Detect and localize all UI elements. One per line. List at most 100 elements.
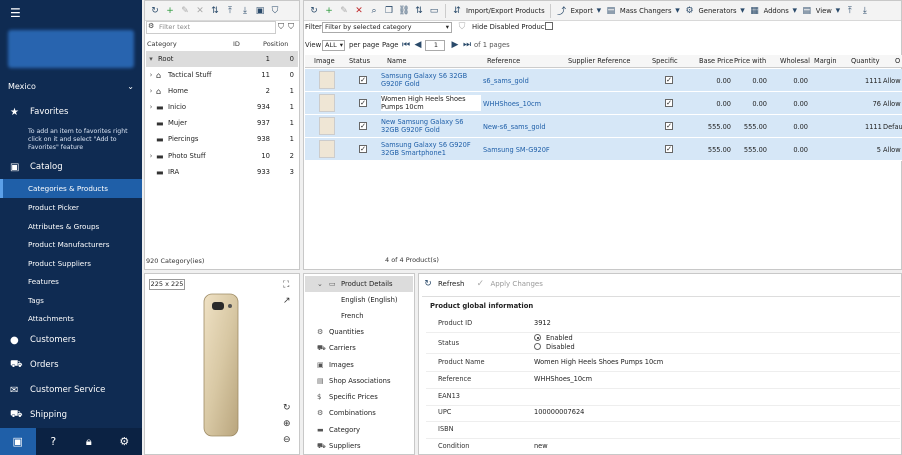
edit-icon[interactable]: ✎ — [338, 6, 350, 16]
upc-value[interactable]: 100000007624 — [534, 408, 584, 416]
lock-icon[interactable]: 🔒︎ — [71, 435, 107, 449]
add-icon[interactable]: + — [164, 6, 176, 16]
folder-icon[interactable]: ▭ — [428, 6, 440, 16]
col-base-price[interactable]: Base Price — [699, 57, 733, 65]
sidebar-item-attachments[interactable]: Attachments — [0, 309, 142, 328]
apply-changes-button[interactable]: Apply Changes — [490, 280, 542, 288]
category-filter-input[interactable]: Filter text — [146, 21, 276, 34]
nav-carriers[interactable]: ⛟ Carriers — [305, 340, 413, 356]
mass-changers-button[interactable]: Mass Changers — [620, 7, 672, 15]
import-export-icon[interactable]: ⇵ — [451, 6, 463, 16]
table-row[interactable]: ✓ New Samsung Galaxy S6 32GB G920F Gold … — [305, 115, 902, 138]
status-enabled-radio[interactable] — [534, 334, 541, 341]
store-icon[interactable]: ▣ — [0, 428, 36, 455]
col-extra[interactable]: O — [895, 57, 900, 65]
specific-checkbox[interactable]: ✓ — [665, 145, 673, 153]
category-row[interactable]: › ⌂ Home 2 1 — [146, 83, 298, 99]
nav-combinations[interactable]: ⚙ Combinations — [305, 405, 413, 421]
filter-icon[interactable]: ⛉ — [278, 22, 284, 32]
copy-icon[interactable]: ❐ — [383, 6, 395, 16]
last-page-icon[interactable]: ⏭ — [461, 40, 473, 50]
zoom-out-icon[interactable]: ⊖ — [283, 435, 291, 445]
category-filter-select[interactable]: Filter by selected category ▾ — [322, 22, 452, 33]
nav-catalog[interactable]: ▣ Catalog — [0, 156, 142, 178]
nav-shop-associations[interactable]: ▤ Shop Associations — [305, 373, 413, 389]
category-row[interactable]: › ▬ Inicio 934 1 — [146, 99, 298, 115]
nav-specific-prices[interactable]: $ Specific Prices — [305, 389, 413, 405]
reference-value[interactable]: WHHShoes_10cm — [534, 375, 592, 383]
collapse-icon[interactable]: ⤓ — [239, 6, 251, 16]
expand-toggle-icon[interactable]: › — [146, 87, 156, 95]
expand-icon[interactable]: ⤒ — [224, 6, 236, 16]
col-supplier-reference[interactable]: Supplier Reference — [568, 57, 630, 65]
col-margin[interactable]: Margin — [814, 57, 837, 65]
page-input[interactable]: 1 — [425, 40, 445, 51]
specific-checkbox[interactable]: ✓ — [665, 76, 673, 84]
category-row[interactable]: ▬ Mujer 937 1 — [146, 115, 298, 131]
col-position[interactable]: Position — [263, 40, 288, 48]
sidebar-item-attributes-groups[interactable]: Attributes & Groups — [0, 217, 142, 236]
delete-icon[interactable]: ✕ — [353, 6, 365, 16]
region-selector[interactable]: Mexico ⌄ — [8, 82, 134, 91]
sidebar-item-categories-products[interactable]: Categories & Products — [0, 179, 142, 198]
help-icon[interactable]: ? — [36, 435, 72, 448]
nav-shipping[interactable]: ⛟ Shipping — [0, 404, 142, 426]
export-icon[interactable]: ⤴ — [556, 4, 568, 17]
delete-icon[interactable]: ✕ — [194, 6, 206, 16]
col-status[interactable]: Status — [349, 57, 370, 65]
move-icon[interactable]: ⇅ — [209, 6, 221, 16]
product-name-value[interactable]: Women High Heels Shoes Pumps 10cm — [534, 358, 663, 366]
view-count-select[interactable]: ALL ▾ — [322, 40, 345, 51]
prev-page-icon[interactable]: ◀ — [412, 40, 424, 50]
link-icon[interactable]: ⛓ — [398, 6, 410, 16]
col-id[interactable]: ID — [233, 40, 240, 48]
table-row[interactable]: ✓ Samsung Galaxy S6 G920F 32GB Smartphon… — [305, 138, 902, 161]
export-button[interactable]: Export — [571, 7, 593, 15]
import-export-button[interactable]: Import/Export Products — [466, 7, 545, 15]
category-row[interactable]: › ⌂ Tactical Stuff 11 0 — [146, 67, 298, 83]
sidebar-item-product-manufacturers[interactable]: Product Manufacturers — [0, 235, 142, 254]
filter-icon[interactable]: ⛉ — [269, 6, 281, 16]
nav-images[interactable]: ▣ Images — [305, 357, 413, 373]
expand-toggle-icon[interactable]: › — [146, 103, 156, 111]
category-row[interactable]: › ▬ Photo Stuff 10 2 — [146, 148, 298, 164]
expand-toggle-icon[interactable]: › — [146, 152, 156, 160]
nav-english[interactable]: English (English) — [305, 292, 413, 308]
sidebar-item-product-suppliers[interactable]: Product Suppliers — [0, 254, 142, 273]
gear-icon[interactable]: ⚙ — [107, 435, 143, 448]
view-button[interactable]: View — [816, 7, 832, 15]
condition-value[interactable]: new — [534, 442, 548, 450]
nav-quantities[interactable]: ⚙ Quantities — [305, 324, 413, 340]
table-row[interactable]: ✓ Women High Heels Shoes Pumps 10cm WHHS… — [305, 92, 902, 115]
hide-disabled-checkbox[interactable] — [545, 22, 553, 30]
sidebar-item-product-picker[interactable]: Product Picker — [0, 198, 142, 217]
image-icon[interactable]: ▣ — [254, 6, 266, 16]
product-name[interactable]: New Samsung Galaxy S6 32GB G920F Gold — [381, 118, 481, 134]
product-name[interactable]: Women High Heels Shoes Pumps 10cm — [381, 95, 481, 111]
status-disabled-radio[interactable] — [534, 343, 541, 350]
move-down-icon[interactable]: ⤓ — [859, 6, 871, 16]
nav-suppliers[interactable]: ⛟ Suppliers — [305, 438, 413, 454]
nav-category[interactable]: ▬ Category — [305, 422, 413, 438]
refresh-icon[interactable]: ↻ — [149, 6, 161, 16]
category-row[interactable]: ▬ IRA 933 3 — [146, 164, 298, 180]
col-specific[interactable]: Specific — [652, 57, 678, 65]
add-icon[interactable]: + — [323, 6, 335, 16]
next-page-icon[interactable]: ▶ — [449, 40, 461, 50]
status-checkbox[interactable]: ✓ — [359, 99, 367, 107]
specific-checkbox[interactable]: ✓ — [665, 99, 673, 107]
nav-orders[interactable]: ⛟ Orders — [0, 354, 142, 376]
category-row[interactable]: ▾ Root 1 0 — [146, 51, 298, 67]
open-external-icon[interactable]: ↗ — [283, 296, 291, 306]
nav-favorites[interactable]: ★ Favorites — [0, 101, 142, 123]
nav-customer-service[interactable]: ✉ Customer Service — [0, 379, 142, 401]
first-page-icon[interactable]: ⏮ — [400, 40, 412, 50]
product-name[interactable]: Samsung Galaxy S6 32GB G920F Gold — [381, 72, 481, 88]
status-checkbox[interactable]: ✓ — [359, 145, 367, 153]
sort-icon[interactable]: ⇅ — [413, 6, 425, 16]
search-icon[interactable]: ⌕ — [368, 6, 380, 16]
clear-filter-icon[interactable]: ⛉ — [288, 22, 294, 32]
zoom-in-icon[interactable]: ⊕ — [283, 419, 291, 429]
col-wholesale[interactable]: Wholesal — [780, 57, 810, 65]
status-checkbox[interactable]: ✓ — [359, 76, 367, 84]
